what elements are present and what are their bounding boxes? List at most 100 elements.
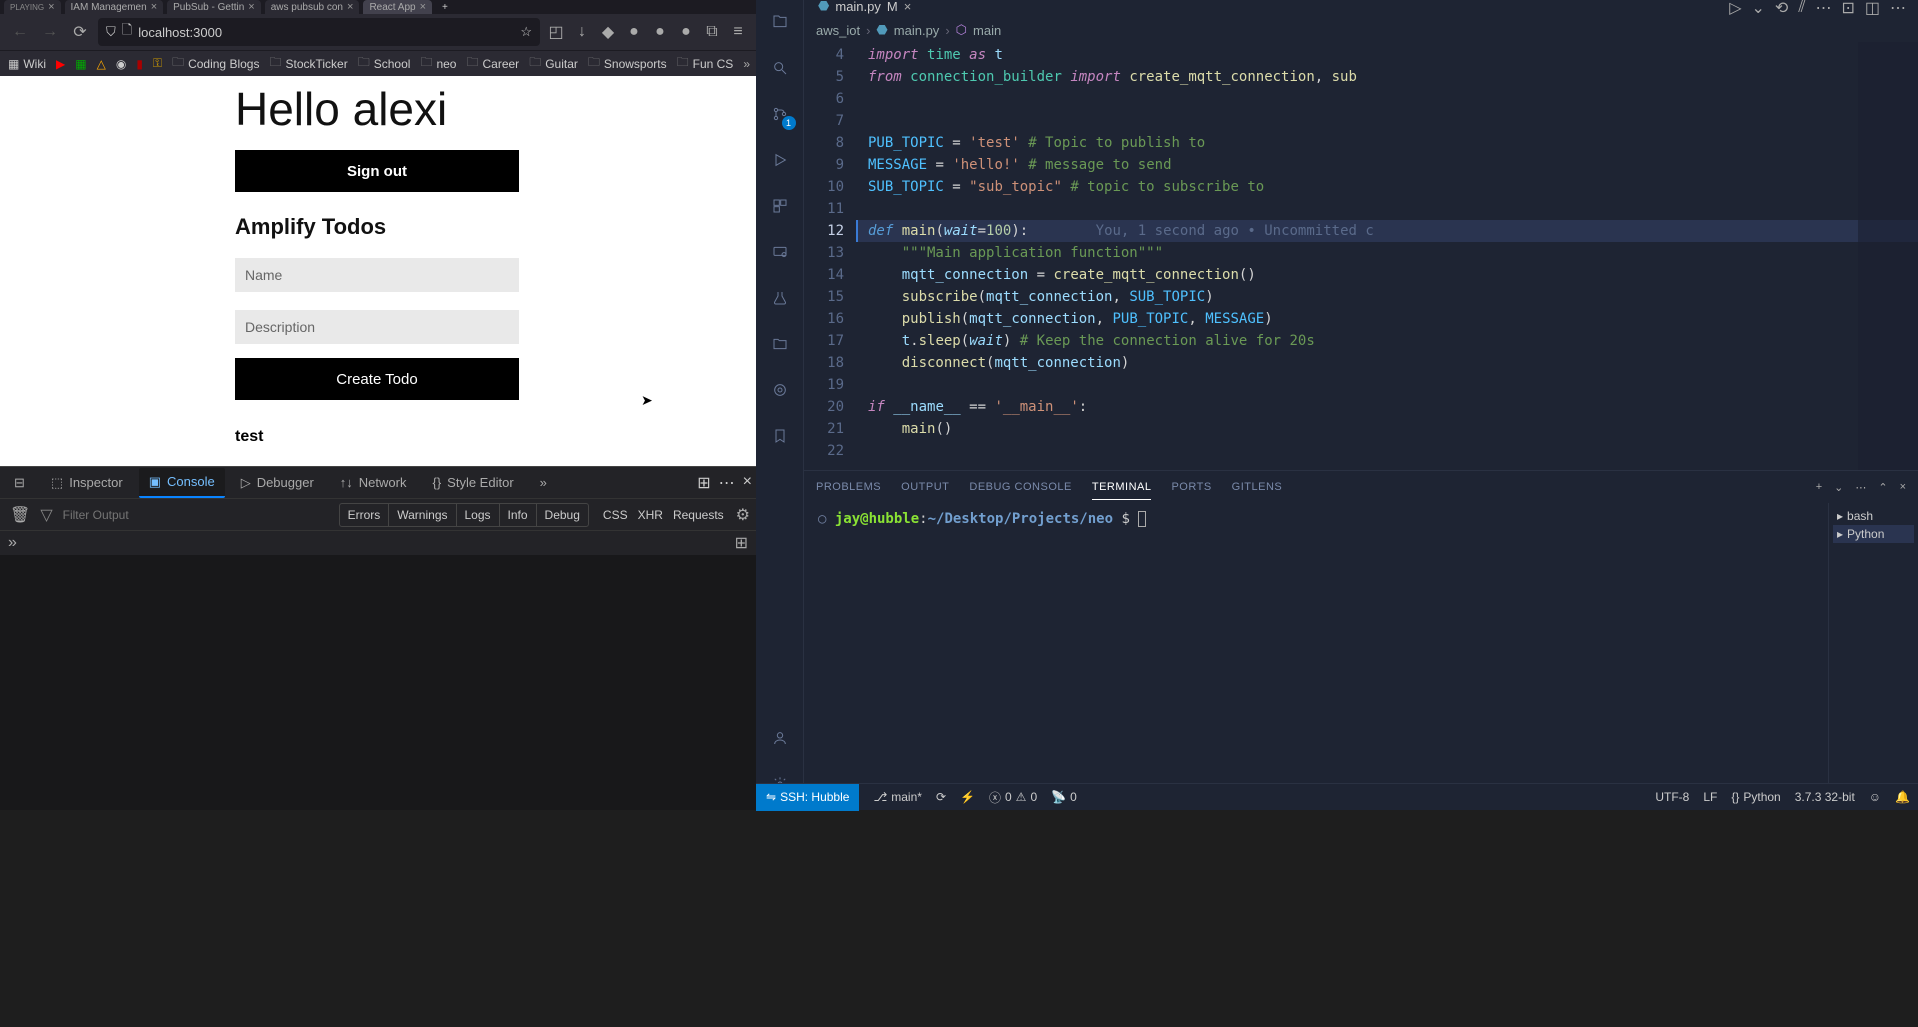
create-todo-button[interactable]: Create Todo xyxy=(235,358,519,400)
chevron-down-icon[interactable]: ⌄ xyxy=(1752,0,1765,18)
bookmark-folder[interactable]: 🗀Fun CS xyxy=(677,53,734,74)
panel-tab-terminal[interactable]: TERMINAL xyxy=(1092,475,1152,500)
filter-debug[interactable]: Debug xyxy=(537,504,588,526)
git-branch[interactable]: ⎇main* xyxy=(873,790,922,804)
bookmark-icon[interactable] xyxy=(766,422,794,450)
browser-tab[interactable]: IAM Managemen× xyxy=(65,0,164,14)
language-mode[interactable]: {} Python xyxy=(1731,790,1780,804)
extension-icon[interactable]: ● xyxy=(676,22,696,42)
run-debug-icon[interactable] xyxy=(766,146,794,174)
bookmark-folder[interactable]: 🗀StockTicker xyxy=(269,53,347,74)
expand-icon[interactable]: » xyxy=(8,534,17,552)
reload-button[interactable]: ⟳ xyxy=(68,20,92,44)
extension-icon[interactable]: ● xyxy=(624,22,644,42)
sidebar-toggle-icon[interactable]: ⊞ xyxy=(735,533,748,553)
minimap[interactable] xyxy=(1858,42,1918,470)
bookmark-item[interactable]: ◉ xyxy=(116,57,126,71)
close-icon[interactable]: × xyxy=(248,1,254,13)
site-info-icon[interactable]: 🗋 xyxy=(122,21,132,43)
downloads-icon[interactable]: ↓ xyxy=(572,22,592,42)
bookmark-folder[interactable]: 🗀neo xyxy=(420,53,456,74)
search-icon[interactable] xyxy=(766,54,794,82)
filter-input[interactable] xyxy=(59,504,299,526)
close-icon[interactable]: × xyxy=(347,1,353,13)
bookmarks-overflow-icon[interactable]: » xyxy=(743,57,750,71)
browser-tab[interactable]: React App× xyxy=(363,0,432,14)
breadcrumb-item[interactable]: main.py xyxy=(894,23,940,38)
ports-status[interactable]: 📡0 xyxy=(1051,790,1077,804)
account-icon[interactable] xyxy=(766,724,794,752)
bookmark-folder[interactable]: 🗀School xyxy=(358,53,411,74)
extension-icon[interactable]: ● xyxy=(650,22,670,42)
extension-icon[interactable]: ◆ xyxy=(598,22,618,42)
panel-tab-ports[interactable]: PORTS xyxy=(1171,475,1211,499)
bookmark-folder[interactable]: 🗀Guitar xyxy=(529,53,578,74)
back-button[interactable]: ← xyxy=(8,20,32,44)
app-menu-icon[interactable]: ≡ xyxy=(728,22,748,42)
browser-tab[interactable]: PLAYING× xyxy=(4,0,61,14)
bookmark-item[interactable]: ▦Wiki xyxy=(8,57,46,71)
panel-tab-problems[interactable]: PROBLEMS xyxy=(816,475,881,499)
extensions-icon[interactable]: ⧉ xyxy=(702,22,722,42)
bookmark-folder[interactable]: 🗀Career xyxy=(466,53,519,74)
notifications-icon[interactable]: 🔔 xyxy=(1895,790,1910,804)
description-input[interactable] xyxy=(235,310,519,344)
pocket-icon[interactable]: ◰ xyxy=(546,22,566,42)
sync-icon[interactable]: ⟳ xyxy=(936,790,946,804)
target-icon[interactable] xyxy=(766,376,794,404)
filter-xhr[interactable]: XHR xyxy=(638,508,663,522)
remote-explorer-icon[interactable] xyxy=(766,238,794,266)
bookmark-item[interactable]: △ xyxy=(97,57,106,71)
devtools-tab-style-editor[interactable]: {}Style Editor xyxy=(422,469,523,496)
filter-logs[interactable]: Logs xyxy=(457,504,500,526)
filter-css[interactable]: CSS xyxy=(603,508,628,522)
python-interpreter[interactable]: 3.7.3 32-bit xyxy=(1795,790,1855,804)
breadcrumb-item[interactable]: aws_iot xyxy=(816,23,860,38)
dots-icon[interactable]: ⋯ xyxy=(1815,0,1831,18)
bookmark-item[interactable]: ⚿ xyxy=(153,56,162,71)
devtools-tab-debugger[interactable]: ▷Debugger xyxy=(231,469,324,497)
close-icon[interactable]: × xyxy=(151,1,157,13)
filter-funnel-icon[interactable]: ▽ xyxy=(40,505,52,525)
filter-info[interactable]: Info xyxy=(500,504,537,526)
bookmark-item[interactable]: ▮ xyxy=(136,57,143,71)
devtools-tab-network[interactable]: ↑↓Network xyxy=(330,469,417,496)
filter-errors[interactable]: Errors xyxy=(340,504,390,526)
encoding-status[interactable]: UTF-8 xyxy=(1655,790,1689,804)
testing-icon[interactable] xyxy=(766,284,794,312)
responsive-mode-icon[interactable]: ⊞ xyxy=(697,473,710,493)
maximize-icon[interactable]: ⌃ xyxy=(1878,481,1887,494)
more-actions-icon[interactable]: ⋯ xyxy=(1890,0,1906,18)
browser-tab[interactable]: aws pubsub con× xyxy=(265,0,360,14)
bookmark-item[interactable]: ▶ xyxy=(56,57,65,71)
eol-status[interactable]: LF xyxy=(1703,790,1717,804)
terminal-item[interactable]: ▸bash xyxy=(1833,507,1914,525)
diff-icon[interactable]: ⟲ xyxy=(1775,0,1788,18)
devtools-toggle-icon[interactable]: ⊟ xyxy=(4,469,35,497)
close-icon[interactable]: × xyxy=(904,0,912,14)
terminal-item[interactable]: ▸Python xyxy=(1833,525,1914,543)
browser-tab[interactable]: PubSub - Gettin× xyxy=(167,0,261,14)
new-terminal-icon[interactable]: + xyxy=(1816,481,1822,494)
more-icon[interactable]: ⋯ xyxy=(1855,481,1866,494)
close-icon[interactable]: × xyxy=(420,1,426,13)
forward-button[interactable]: → xyxy=(38,20,62,44)
folder-icon[interactable] xyxy=(766,330,794,358)
devtools-tab-console[interactable]: ▣Console xyxy=(139,468,225,498)
editor-tab[interactable]: ⬣ main.py M × xyxy=(808,0,921,18)
close-icon[interactable]: × xyxy=(48,1,54,13)
devtools-tab-inspector[interactable]: ⬚Inspector xyxy=(41,469,133,497)
split-icon[interactable]: ⫽ xyxy=(1798,0,1805,17)
filter-requests[interactable]: Requests xyxy=(673,508,724,522)
breadcrumb-item[interactable]: main xyxy=(973,23,1001,38)
panel-tab-debug-console[interactable]: DEBUG CONSOLE xyxy=(969,475,1071,499)
feedback-icon[interactable]: ☺ xyxy=(1869,790,1881,804)
source-control-icon[interactable]: 1 xyxy=(766,100,794,128)
signout-button[interactable]: Sign out xyxy=(235,150,519,192)
bookmark-folder[interactable]: 🗀Coding Blogs xyxy=(172,53,259,74)
remote-indicator[interactable]: ⇋SSH: Hubble xyxy=(756,784,859,811)
bookmark-star-icon[interactable]: ☆ xyxy=(520,24,532,40)
new-tab-button[interactable]: + xyxy=(436,2,454,13)
compare-icon[interactable]: ⊡ xyxy=(1841,0,1854,18)
url-input[interactable]: ⛉ 🗋 localhost:3000 ☆ xyxy=(98,18,540,46)
